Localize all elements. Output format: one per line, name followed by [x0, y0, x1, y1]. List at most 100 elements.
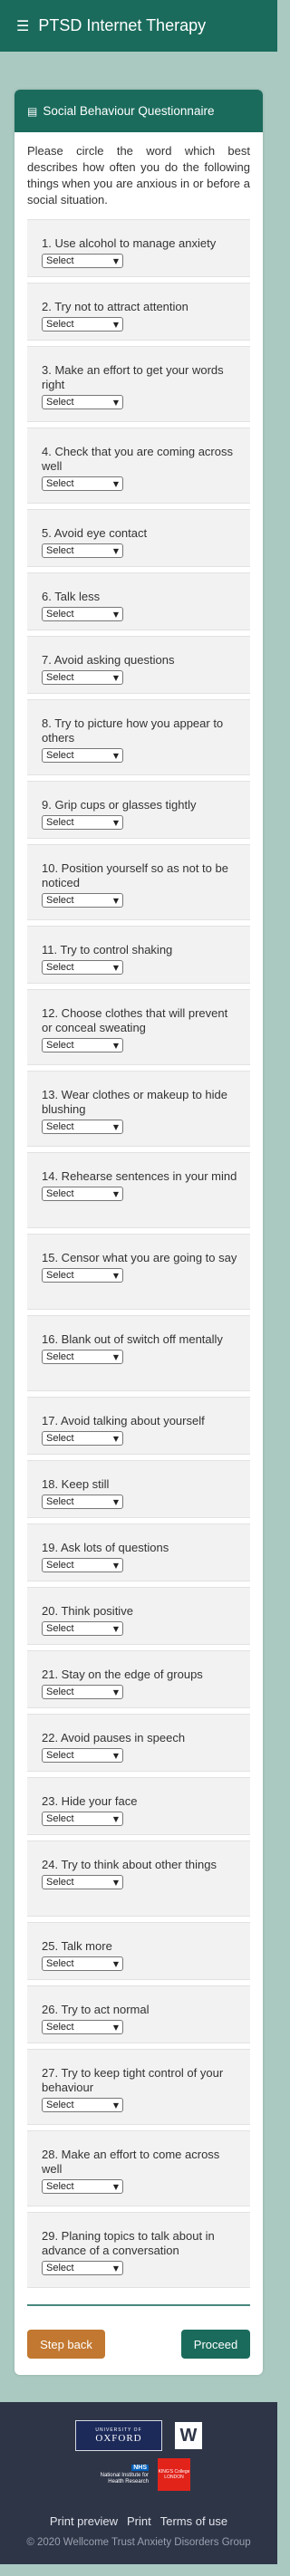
chevron-down-icon: ▼ [112, 2023, 119, 2032]
question-text: 8. Try to picture how you appear to othe… [42, 716, 224, 745]
select-value: Select [46, 1351, 74, 1362]
question-row: 25. Talk more Select ▼ [27, 1922, 250, 1980]
select-value: Select [46, 895, 74, 906]
print-preview-link[interactable]: Print preview [50, 2514, 118, 2528]
select-value: Select [46, 1433, 74, 1444]
chevron-down-icon: ▼ [112, 963, 119, 972]
oxford-logo[interactable]: UNIVERSITY OF OXFORD [75, 2420, 162, 2451]
print-link[interactable]: Print [127, 2514, 151, 2528]
question-row: 2. Try not to attract attention Select ▼ [27, 283, 250, 341]
frequency-select[interactable]: Select ▼ [42, 1558, 123, 1572]
frequency-select[interactable]: Select ▼ [42, 317, 123, 332]
frequency-select[interactable]: Select ▼ [42, 1038, 123, 1053]
question-row: 17. Avoid talking about yourself Select ▼ [27, 1397, 250, 1455]
select-value: Select [46, 962, 74, 973]
frequency-select[interactable]: Select ▼ [42, 1350, 123, 1364]
question-row: 6. Talk less Select ▼ [27, 572, 250, 630]
footer-logos-top: UNIVERSITY OF OXFORD W [9, 2420, 268, 2451]
question-row: 7. Avoid asking questions Select ▼ [27, 636, 250, 694]
question-text: 27. Try to keep tight control of your be… [42, 2066, 224, 2094]
frequency-select[interactable]: Select ▼ [42, 2179, 123, 2194]
frequency-select[interactable]: Select ▼ [42, 1268, 123, 1283]
frequency-select[interactable]: Select ▼ [42, 1812, 123, 1826]
question-row: 10. Position yourself so as not to be no… [27, 844, 250, 920]
card-title: Social Behaviour Questionnaire [43, 104, 215, 118]
question-text: 21. Stay on the edge of groups [42, 1668, 203, 1681]
question-text: 24. Try to think about other things [42, 1858, 217, 1871]
question-row: 23. Hide your face Select ▼ [27, 1777, 250, 1835]
chevron-down-icon: ▼ [112, 2182, 119, 2191]
frequency-select[interactable]: Select ▼ [42, 2020, 123, 2034]
intro-text: Please circle the word which best descri… [27, 144, 250, 207]
chevron-down-icon: ▼ [112, 1814, 119, 1823]
question-text: 20. Think positive [42, 1604, 133, 1618]
select-value: Select [46, 609, 74, 620]
question-text: 17. Avoid talking about yourself [42, 1414, 205, 1427]
footer: UNIVERSITY OF OXFORD W NHS National Inst… [0, 2402, 277, 2564]
chevron-down-icon: ▼ [112, 1878, 119, 1887]
question-text: 4. Check that you are coming across well [42, 445, 233, 473]
frequency-select[interactable]: Select ▼ [42, 1956, 123, 1971]
select-value: Select [46, 2263, 74, 2273]
question-text: 3. Make an effort to get your words righ… [42, 363, 224, 391]
chevron-down-icon: ▼ [112, 320, 119, 329]
wellcome-logo[interactable]: W [175, 2422, 202, 2449]
nihr-logo[interactable]: NHS National Institute for Health Resear… [87, 2464, 149, 2485]
question-row: 5. Avoid eye contact Select ▼ [27, 509, 250, 567]
select-value: Select [46, 1687, 74, 1697]
proceed-button[interactable]: Proceed [181, 2330, 250, 2359]
question-text: 18. Keep still [42, 1477, 110, 1491]
question-row: 4. Check that you are coming across well… [27, 428, 250, 504]
question-row: 8. Try to picture how you appear to othe… [27, 699, 250, 775]
select-value: Select [46, 545, 74, 556]
frequency-select[interactable]: Select ▼ [42, 1748, 123, 1763]
chevron-down-icon: ▼ [112, 673, 119, 682]
questionnaire-card: ▤ Social Behaviour Questionnaire Please … [14, 90, 263, 2375]
step-back-button[interactable]: Step back [27, 2330, 105, 2359]
frequency-select[interactable]: Select ▼ [42, 1187, 123, 1201]
frequency-select[interactable]: Select ▼ [42, 254, 123, 268]
main-content: ▤ Social Behaviour Questionnaire Please … [0, 52, 277, 2375]
app-header: ☰ PTSD Internet Therapy [0, 0, 277, 52]
frequency-select[interactable]: Select ▼ [42, 2098, 123, 2112]
select-value: Select [46, 1270, 74, 1281]
frequency-select[interactable]: Select ▼ [42, 670, 123, 685]
frequency-select[interactable]: Select ▼ [42, 1431, 123, 1446]
frequency-select[interactable]: Select ▼ [42, 2261, 123, 2275]
select-value: Select [46, 1750, 74, 1761]
question-text: 11. Try to control shaking [42, 943, 173, 956]
menu-icon[interactable]: ☰ [16, 18, 29, 34]
frequency-select[interactable]: Select ▼ [42, 1120, 123, 1134]
terms-of-use-link[interactable]: Terms of use [160, 2514, 227, 2528]
chevron-down-icon: ▼ [112, 818, 119, 827]
frequency-select[interactable]: Select ▼ [42, 960, 123, 975]
question-text: 10. Position yourself so as not to be no… [42, 861, 228, 889]
frequency-select[interactable]: Select ▼ [42, 815, 123, 830]
select-value: Select [46, 750, 74, 761]
frequency-select[interactable]: Select ▼ [42, 476, 123, 491]
chevron-down-icon: ▼ [112, 256, 119, 265]
card-body: Please circle the word which best descri… [14, 132, 263, 2375]
select-value: Select [46, 1813, 74, 1824]
question-text: 6. Talk less [42, 590, 101, 603]
frequency-select[interactable]: Select ▼ [42, 607, 123, 621]
kings-college-logo[interactable]: KING'S College LONDON [158, 2458, 190, 2491]
question-text: 13. Wear clothes or makeup to hide blush… [42, 1088, 227, 1116]
question-row: 22. Avoid pauses in speech Select ▼ [27, 1714, 250, 1772]
frequency-select[interactable]: Select ▼ [42, 1495, 123, 1509]
chevron-down-icon: ▼ [112, 896, 119, 905]
question-text: 5. Avoid eye contact [42, 526, 148, 540]
frequency-select[interactable]: Select ▼ [42, 543, 123, 558]
frequency-select[interactable]: Select ▼ [42, 893, 123, 908]
chevron-down-icon: ▼ [112, 1189, 119, 1198]
frequency-select[interactable]: Select ▼ [42, 395, 123, 409]
chevron-down-icon: ▼ [112, 1624, 119, 1633]
frequency-select[interactable]: Select ▼ [42, 748, 123, 763]
chevron-down-icon: ▼ [112, 1687, 119, 1697]
select-value: Select [46, 319, 74, 330]
chevron-down-icon: ▼ [112, 1352, 119, 1361]
question-text: 22. Avoid pauses in speech [42, 1731, 186, 1745]
frequency-select[interactable]: Select ▼ [42, 1875, 123, 1889]
frequency-select[interactable]: Select ▼ [42, 1685, 123, 1699]
frequency-select[interactable]: Select ▼ [42, 1621, 123, 1636]
